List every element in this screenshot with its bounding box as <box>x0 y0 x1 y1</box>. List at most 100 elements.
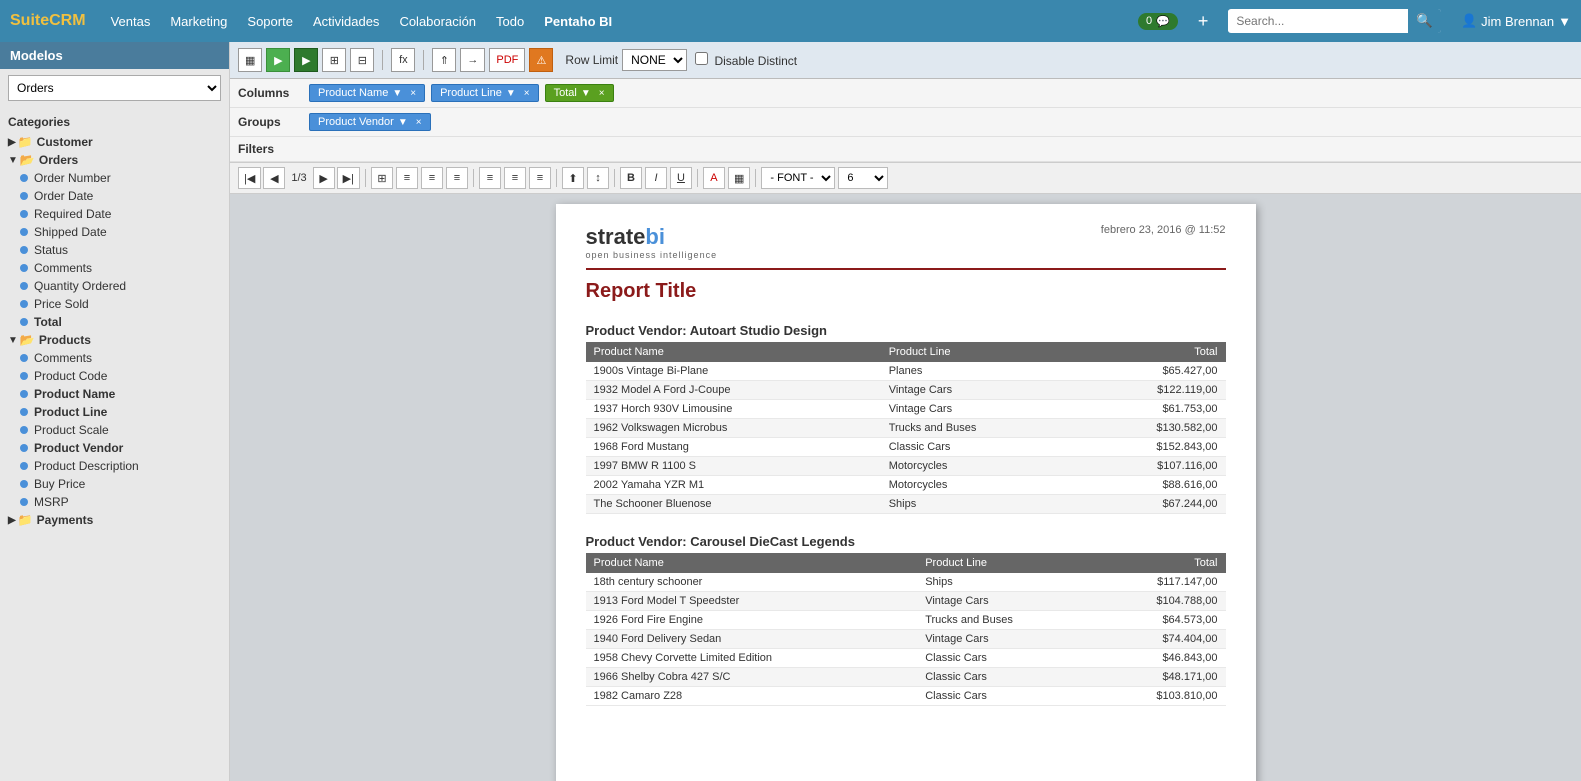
nav-colaboracion[interactable]: Colaboración <box>399 14 476 29</box>
column-tag-total[interactable]: Total ▼ × <box>545 84 614 102</box>
model-select[interactable]: Orders <box>8 75 221 101</box>
tree-shipped-date[interactable]: Shipped Date <box>0 223 229 241</box>
tree-price-sold[interactable]: Price Sold <box>0 295 229 313</box>
table-cell: 18th century schooner <box>586 573 918 592</box>
folder-icon-customer: 📁 <box>18 135 33 149</box>
tree-order-date[interactable]: Order Date <box>0 187 229 205</box>
vendor-table-2: Product Name Product Line Total 18th cen… <box>586 553 1226 706</box>
tag-remove-icon[interactable]: × <box>524 88 530 99</box>
nav-actividades[interactable]: Actividades <box>313 14 379 29</box>
col-header-product-line-2: Product Line <box>917 553 1094 573</box>
table-cell: 1940 Ford Delivery Sedan <box>586 630 918 649</box>
toolbar-separator-2 <box>423 50 424 70</box>
tree-product-vendor[interactable]: Product Vendor <box>0 439 229 457</box>
user-menu[interactable]: 👤 Jim Brennan ▼ <box>1461 13 1571 29</box>
logo-suite: Suite <box>10 12 49 29</box>
page-prev-button[interactable]: ◀ <box>263 167 285 189</box>
table-cell: 1958 Chevy Corvette Limited Edition <box>586 649 918 668</box>
italic-button[interactable]: I <box>645 167 667 189</box>
nav-todo[interactable]: Todo <box>496 14 524 29</box>
toolbar-btn-table[interactable]: ⊞ <box>322 48 346 72</box>
dot-icon <box>20 192 28 200</box>
add-button[interactable]: + <box>1198 11 1209 32</box>
nav-pentaho-bi[interactable]: Pentaho BI <box>544 14 612 29</box>
nav-soporte[interactable]: Soporte <box>247 14 293 29</box>
tree-comments-orders[interactable]: Comments <box>0 259 229 277</box>
font-color-button[interactable]: A <box>703 167 725 189</box>
column-tag-product-name[interactable]: Product Name ▼ × <box>309 84 425 102</box>
toolbar-btn-warning[interactable]: ⚠ <box>529 48 553 72</box>
bg-color-button[interactable]: ▦ <box>728 167 750 189</box>
table-cell: The Schooner Bluenose <box>586 495 881 514</box>
valign-mid-button[interactable]: ↕ <box>587 167 609 189</box>
tree-buy-price[interactable]: Buy Price <box>0 475 229 493</box>
tree-products[interactable]: ▼ 📂 Products <box>0 331 229 349</box>
table-row: 1926 Ford Fire EngineTrucks and Buses$64… <box>586 611 1226 630</box>
tree-orders[interactable]: ▼ 📂 Orders <box>0 151 229 169</box>
toolbar-btn-grid[interactable]: ▦ <box>238 48 262 72</box>
toolbar-btn-formula[interactable]: fx <box>391 48 415 72</box>
report-page: stratebi open business intelligence febr… <box>556 204 1256 781</box>
page-next-button[interactable]: ▶ <box>313 167 335 189</box>
nav-ventas[interactable]: Ventas <box>111 14 151 29</box>
notification-badge[interactable]: 0 💬 <box>1138 13 1178 30</box>
align-left-button[interactable]: ≡ <box>396 167 418 189</box>
font-select[interactable]: - FONT - <box>761 167 835 189</box>
toolbar-btn-play-dark[interactable]: ▶ <box>294 48 318 72</box>
toolbar-btn-arrow[interactable]: → <box>460 48 485 72</box>
tree-total[interactable]: Total <box>0 313 229 331</box>
tree-product-name[interactable]: Product Name <box>0 385 229 403</box>
tree-arrow-payments: ▶ <box>8 515 16 526</box>
tree-status[interactable]: Status <box>0 241 229 259</box>
toolbar-btn-play-green[interactable]: ▶ <box>266 48 290 72</box>
table-header-row-2: Product Name Product Line Total <box>586 553 1226 573</box>
tree-required-date[interactable]: Required Date <box>0 205 229 223</box>
vendor-title-2: Product Vendor: Carousel DieCast Legends <box>586 534 1226 549</box>
toolbar-btn-export[interactable]: ⇑ <box>432 48 456 72</box>
tree-product-line[interactable]: Product Line <box>0 403 229 421</box>
user-icon: 👤 <box>1461 13 1477 29</box>
page-last-button[interactable]: ▶| <box>337 167 360 189</box>
app-logo[interactable]: SuiteCRM <box>10 12 86 30</box>
nav-marketing[interactable]: Marketing <box>170 14 227 29</box>
search-input[interactable] <box>1228 10 1408 32</box>
bold-button[interactable]: B <box>620 167 642 189</box>
tree-customer[interactable]: ▶ 📁 Customer <box>0 133 229 151</box>
dot-icon <box>20 444 28 452</box>
tree-msrp[interactable]: MSRP <box>0 493 229 511</box>
row-limit-select[interactable]: NONE <box>622 49 687 71</box>
table-cell: Vintage Cars <box>881 400 1079 419</box>
indent-left-button[interactable]: ≡ <box>479 167 501 189</box>
tag-remove-icon[interactable]: × <box>416 117 422 128</box>
logo-text: stratebi <box>586 224 718 250</box>
disable-distinct-label[interactable]: Disable Distinct <box>695 52 797 68</box>
tag-remove-icon[interactable]: × <box>410 88 416 99</box>
align-grid-button[interactable]: ⊞ <box>371 167 393 189</box>
tree-product-description[interactable]: Product Description <box>0 457 229 475</box>
tree-payments[interactable]: ▶ 📁 Payments <box>0 511 229 529</box>
align-center-button[interactable]: ≡ <box>421 167 443 189</box>
page-first-button[interactable]: |◀ <box>238 167 261 189</box>
tag-remove-icon[interactable]: × <box>599 88 605 99</box>
toolbar-btn-pdf[interactable]: PDF <box>489 48 525 72</box>
underline-button[interactable]: U <box>670 167 692 189</box>
tree-product-code[interactable]: Product Code <box>0 367 229 385</box>
toolbar-btn-layout[interactable]: ⊟ <box>350 48 374 72</box>
tree-label-payments: Payments <box>37 513 94 527</box>
search-button[interactable]: 🔍 <box>1408 9 1441 33</box>
tree-order-number[interactable]: Order Number <box>0 169 229 187</box>
disable-distinct-checkbox[interactable] <box>695 52 708 65</box>
indent-right-button[interactable]: ≡ <box>504 167 526 189</box>
valign-top-button[interactable]: ⬆ <box>562 167 584 189</box>
format-separator-5 <box>697 169 698 187</box>
align-right-button[interactable]: ≡ <box>446 167 468 189</box>
tree-product-scale[interactable]: Product Scale <box>0 421 229 439</box>
group-tag-product-vendor[interactable]: Product Vendor ▼ × <box>309 113 431 131</box>
tree-quantity-ordered[interactable]: Quantity Ordered <box>0 277 229 295</box>
column-tag-product-line[interactable]: Product Line ▼ × <box>431 84 539 102</box>
dot-icon <box>20 210 28 218</box>
font-size-select[interactable]: 6 <box>838 167 888 189</box>
table-cell: 2002 Yamaha YZR M1 <box>586 476 881 495</box>
tree-comments-products[interactable]: Comments <box>0 349 229 367</box>
indent-more-button[interactable]: ≡ <box>529 167 551 189</box>
